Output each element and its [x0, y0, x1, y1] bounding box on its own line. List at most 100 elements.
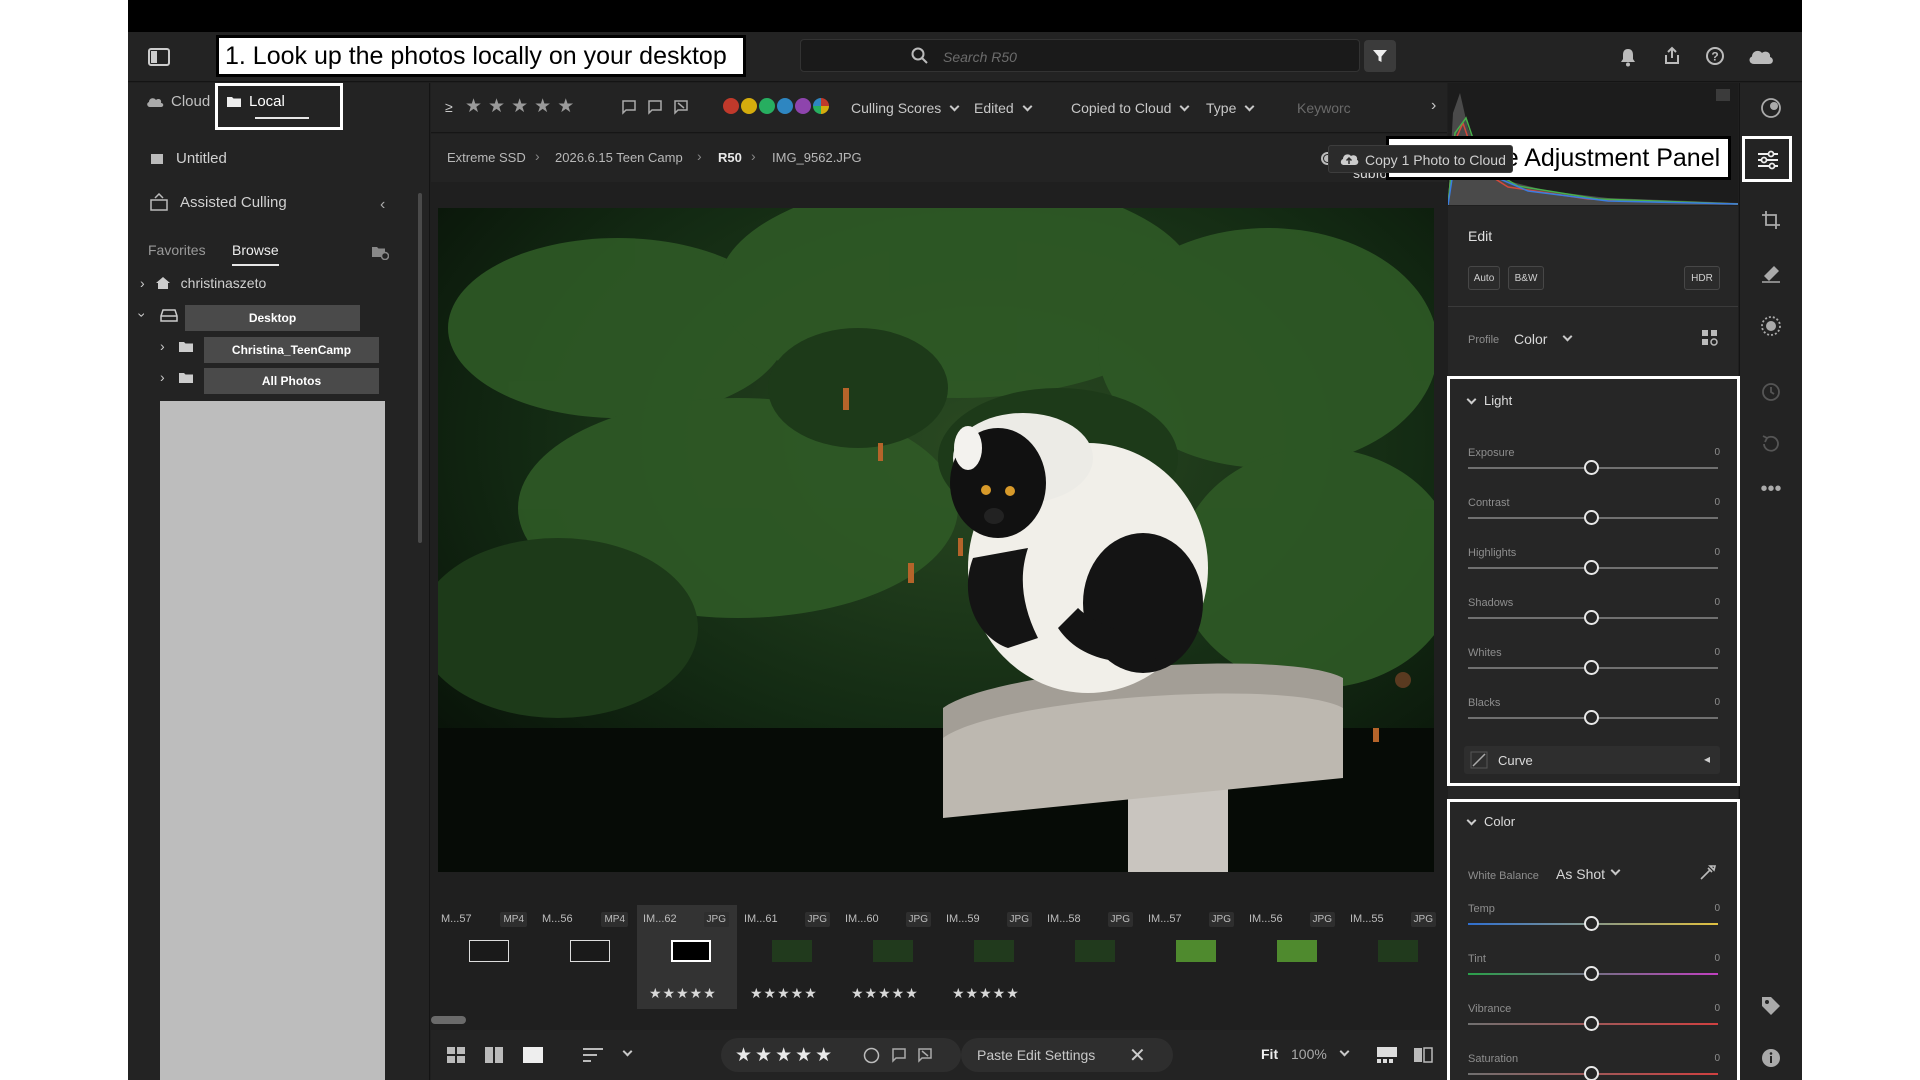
scroll-right-icon[interactable]: › [1431, 97, 1436, 115]
untitled-item[interactable]: Untitled [150, 150, 227, 167]
chevron-right-icon[interactable]: › [160, 369, 165, 385]
color-label-dot[interactable] [795, 98, 811, 114]
bw-button[interactable]: B&W [1508, 266, 1544, 290]
detail-view-icon[interactable] [521, 1044, 545, 1066]
filmstrip-thumbnail[interactable] [873, 940, 913, 962]
presets-icon[interactable] [1758, 95, 1784, 121]
filmstrip-item[interactable]: M...56 MP4 [536, 905, 636, 1009]
rating-filter[interactable]: ★ ★ ★ ★ ★ [465, 95, 574, 118]
color-label-dot[interactable] [741, 98, 757, 114]
star-icon[interactable]: ★ [557, 95, 574, 118]
tree-folder-teencamp[interactable]: Christina_TeenCamp [204, 337, 379, 363]
chevron-right-icon[interactable]: › [140, 275, 145, 291]
tab-favorites[interactable]: Favorites [148, 242, 206, 258]
hdr-button[interactable]: HDR [1684, 266, 1720, 290]
filmstrip-item[interactable]: IM...58 JPG [1041, 905, 1141, 1009]
main-photo[interactable] [438, 208, 1434, 872]
assisted-culling-item[interactable]: Assisted Culling [150, 193, 287, 211]
history-icon[interactable] [1758, 379, 1784, 405]
filmstrip-thumbnail[interactable] [1176, 940, 1216, 962]
filmstrip-item[interactable]: IM...61 JPG ★★★★★ [738, 905, 838, 1009]
chevron-down-icon[interactable]: › [134, 313, 150, 318]
star-icon[interactable]: ★ [534, 95, 551, 118]
crop-icon[interactable] [1758, 207, 1784, 233]
reject-flag-icon[interactable] [917, 1047, 933, 1063]
cloud-icon[interactable] [1746, 44, 1776, 68]
adjustment-panel-icon[interactable] [1757, 150, 1779, 170]
edited-dropdown[interactable]: Edited [974, 100, 1033, 116]
filmstrip-scroll-thumb[interactable] [431, 1016, 466, 1024]
search-input[interactable]: Search R50 [800, 39, 1360, 72]
tree-folder-allphotos[interactable]: All Photos [204, 368, 379, 394]
filmstrip-item[interactable]: IM...55 JPG [1344, 905, 1444, 1009]
filmstrip-thumbnail[interactable] [671, 940, 711, 962]
copy-to-cloud-button[interactable]: Copy 1 Photo to Cloud [1328, 145, 1513, 173]
filmstrip-item[interactable]: IM...62 JPG ★★★★★ [637, 905, 737, 1009]
type-dropdown[interactable]: Type [1206, 100, 1255, 116]
info-icon[interactable] [1758, 1045, 1784, 1071]
tree-desktop[interactable]: Desktop [185, 305, 360, 331]
filmstrip-thumbnail[interactable] [772, 940, 812, 962]
filmstrip-item[interactable]: IM...59 JPG ★★★★★ [940, 905, 1040, 1009]
rating-operator[interactable]: ≥ [445, 99, 453, 115]
filmstrip-scrollbar[interactable] [431, 1016, 1447, 1024]
copied-to-cloud-dropdown[interactable]: Copied to Cloud [1071, 100, 1190, 116]
masking-icon[interactable] [1758, 313, 1784, 339]
unflag-icon[interactable] [647, 99, 663, 115]
chevron-right-icon[interactable]: › [160, 338, 165, 354]
clear-rating-icon[interactable] [863, 1047, 880, 1064]
auto-button[interactable]: Auto [1468, 266, 1500, 290]
color-label-dot[interactable] [759, 98, 775, 114]
cloud-tab[interactable]: Cloud [146, 93, 210, 110]
compare-view-icon[interactable] [483, 1044, 505, 1066]
profile-browser-icon[interactable] [1698, 326, 1722, 350]
keywords-dropdown[interactable]: Keyworc [1297, 100, 1351, 116]
filmstrip-item[interactable]: IM...56 JPG [1243, 905, 1343, 1009]
star-icon[interactable]: ★ [488, 95, 505, 118]
color-label-filter[interactable] [723, 98, 831, 114]
filmstrip-item[interactable]: IM...57 JPG [1142, 905, 1242, 1009]
tab-browse[interactable]: Browse [232, 242, 279, 258]
star-icon[interactable]: ★ [511, 95, 528, 118]
grid-view-icon[interactable] [445, 1044, 467, 1066]
tag-icon[interactable] [1758, 993, 1784, 1019]
profile-dropdown[interactable]: Color [1514, 331, 1547, 347]
pick-flag-icon[interactable] [621, 99, 637, 115]
sort-icon[interactable] [581, 1044, 605, 1066]
more-options-icon[interactable]: ••• [1758, 478, 1784, 500]
healing-icon[interactable] [1758, 260, 1784, 286]
photo-rating-stars[interactable]: ★★★★★ [735, 1044, 835, 1067]
filmstrip-toggle-icon[interactable] [1375, 1044, 1399, 1066]
color-label-all-dot[interactable] [813, 98, 829, 114]
fit-label[interactable]: Fit [1261, 1046, 1278, 1062]
pick-flag-icon[interactable] [891, 1047, 907, 1063]
collapse-chevron-icon[interactable]: ‹ [380, 196, 385, 214]
chevron-down-icon[interactable] [622, 1046, 633, 1057]
crumb-drive[interactable]: Extreme SSD [447, 150, 526, 165]
filmstrip-thumbnail[interactable] [1378, 940, 1418, 962]
bell-icon[interactable] [1616, 45, 1640, 69]
close-icon[interactable]: ✕ [1129, 1043, 1146, 1068]
reject-flag-icon[interactable] [673, 99, 689, 115]
paste-edit-settings-button[interactable]: Paste Edit Settings [977, 1047, 1095, 1063]
filmstrip-thumbnail[interactable] [570, 940, 610, 962]
chevron-down-icon[interactable] [1562, 331, 1573, 342]
filmstrip-thumbnail[interactable] [469, 940, 509, 962]
left-scrollbar[interactable] [418, 193, 422, 543]
color-label-dot[interactable] [723, 98, 739, 114]
panel-toggle-icon[interactable] [146, 45, 172, 69]
filter-funnel-icon[interactable] [1364, 40, 1396, 72]
before-after-icon[interactable] [1411, 1044, 1435, 1066]
filmstrip-item[interactable]: IM...60 JPG ★★★★★ [839, 905, 939, 1009]
culling-scores-dropdown[interactable]: Culling Scores [851, 100, 960, 116]
add-folder-icon[interactable] [370, 243, 390, 261]
help-icon[interactable]: ? [1703, 44, 1727, 68]
star-icon[interactable]: ★ [465, 95, 482, 118]
filmstrip-thumbnail[interactable] [1277, 940, 1317, 962]
crumb-subfolder[interactable]: R50 [718, 150, 742, 165]
reset-icon[interactable] [1758, 431, 1784, 457]
crumb-folder[interactable]: 2026.6.15 Teen Camp [555, 150, 683, 165]
tree-row-user[interactable]: › christinaszeto [140, 275, 266, 291]
share-icon[interactable] [1660, 44, 1684, 68]
zoom-level[interactable]: 100% [1291, 1046, 1327, 1062]
